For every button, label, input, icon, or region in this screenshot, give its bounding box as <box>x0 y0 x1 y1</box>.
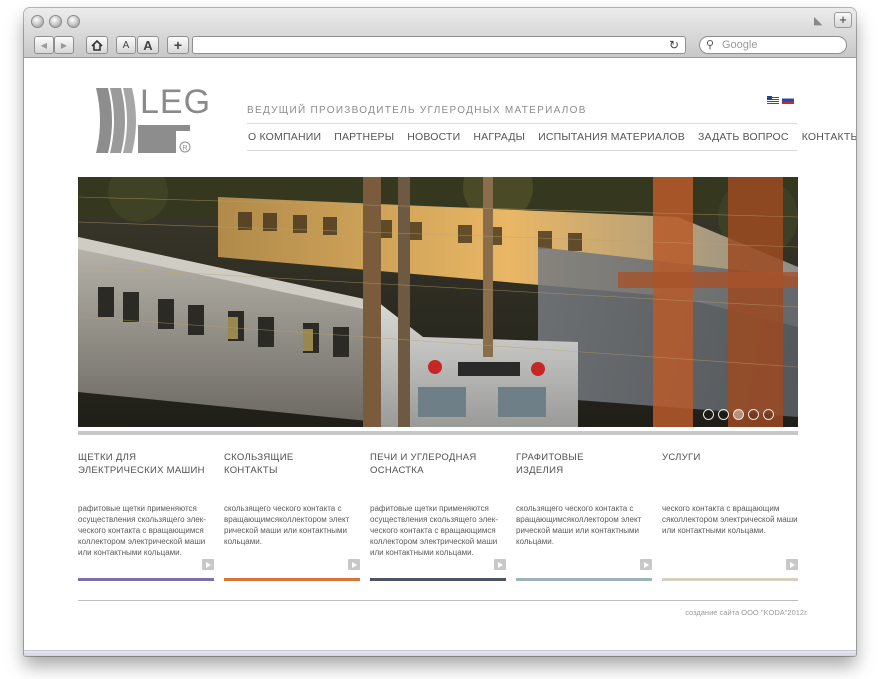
hero-train-image <box>78 177 798 427</box>
column-accent-line <box>662 578 798 581</box>
hero-slider[interactable] <box>78 177 798 427</box>
screenshot-stage: ◣ + ◀ ▶ A A + ↻ ⚲ Google R LEG ВЕДУЩИЙ П… <box>0 0 883 679</box>
column-accent-line <box>78 578 214 581</box>
nav-divider-bottom <box>247 150 797 151</box>
column-description: ческого контакта с вращающим сяколлектор… <box>662 504 798 535</box>
forward-button[interactable]: ▶ <box>54 36 74 54</box>
slider-dot-4[interactable] <box>748 409 759 420</box>
footer-divider <box>78 600 798 601</box>
resize-grip-icon: ◣ <box>814 15 823 27</box>
browser-toolbar: ◣ + ◀ ▶ A A + ↻ ⚲ Google <box>24 8 856 58</box>
nav-item-partners[interactable]: ПАРТНЕРЫ <box>334 131 394 143</box>
back-button[interactable]: ◀ <box>34 36 54 54</box>
new-tab-button[interactable]: + <box>834 12 852 28</box>
column-title[interactable]: ГРАФИТОВЫЕ ИЗДЕЛИЯ <box>516 451 652 491</box>
home-button[interactable] <box>86 36 108 54</box>
column-description: скользящего ческого контакта с вращающим… <box>224 504 350 546</box>
nav-item-contacts[interactable]: КОНТАКТЫ <box>802 131 856 143</box>
column-title-line-1: УСЛУГИ <box>662 452 701 463</box>
web-page: R LEG ВЕДУЩИЙ ПРОИЗВОДИТЕЛЬ УГЛЕРОДНЫХ М… <box>24 59 856 656</box>
text-bigger-button[interactable]: A <box>137 36 159 54</box>
zoom-window-button[interactable] <box>67 15 80 28</box>
minimize-window-button[interactable] <box>49 15 62 28</box>
column-title-line-1: СКОЛЬЗЯЩИЕ <box>224 452 294 463</box>
play-arrow-icon[interactable] <box>786 559 798 570</box>
column-accent-line <box>516 578 652 581</box>
nav-divider-top <box>247 123 797 124</box>
logo-text: LEG <box>140 83 212 121</box>
language-switcher <box>767 96 794 104</box>
column-title[interactable]: УСЛУГИ <box>662 451 798 491</box>
main-navigation: О КОМПАНИИ ПАРТНЕРЫ НОВОСТИ НАГРАДЫ ИСПЫ… <box>248 131 856 143</box>
nav-item-awards[interactable]: НАГРАДЫ <box>473 131 525 143</box>
site-tagline: ВЕДУЩИЙ ПРОИЗВОДИТЕЛЬ УГЛЕРОДНЫХ МАТЕРИА… <box>247 105 587 116</box>
play-arrow-icon[interactable] <box>348 559 360 570</box>
product-column-graphite-products: ГРАФИТОВЫЕ ИЗДЕЛИЯ скользящего ческого ко… <box>516 451 652 581</box>
slider-dot-1[interactable] <box>703 409 714 420</box>
column-description: скользящего ческого контакта с вращающим… <box>516 504 642 546</box>
window-bottom-bar <box>24 650 856 656</box>
column-title[interactable]: ПЕЧИ И УГЛЕРОДНАЯ ОСНАСТКА <box>370 451 506 491</box>
nav-item-ask-question[interactable]: ЗАДАТЬ ВОПРОС <box>698 131 789 143</box>
add-bookmark-button[interactable]: + <box>167 36 189 54</box>
column-title-line-2: КОНТАКТЫ <box>224 465 278 476</box>
product-column-sliding-contacts: СКОЛЬЗЯЩИЕ КОНТАКТЫ скользящего ческого к… <box>224 451 360 581</box>
play-arrow-icon[interactable] <box>202 559 214 570</box>
column-title-line-1: ПЕЧИ И УГЛЕРОДНАЯ <box>370 452 477 463</box>
close-window-button[interactable] <box>31 15 44 28</box>
play-arrow-icon[interactable] <box>640 559 652 570</box>
product-column-furnaces: ПЕЧИ И УГЛЕРОДНАЯ ОСНАСТКА рафитовые щетк… <box>370 451 506 581</box>
slider-dot-3[interactable] <box>733 409 744 420</box>
reload-icon[interactable]: ↻ <box>669 38 679 52</box>
product-column-services: УСЛУГИ ческого контакта с вращающим сяко… <box>662 451 798 581</box>
column-title-line-2: ОСНАСТКА <box>370 465 424 476</box>
search-placeholder: Google <box>722 39 758 51</box>
column-title-line-1: ЩЕТКИ ДЛЯ <box>78 452 137 463</box>
browser-window: ◣ + ◀ ▶ A A + ↻ ⚲ Google R LEG ВЕДУЩИЙ П… <box>24 8 856 656</box>
column-title[interactable]: СКОЛЬЗЯЩИЕ КОНТАКТЫ <box>224 451 360 491</box>
column-title-line-1: ГРАФИТОВЫЕ <box>516 452 584 463</box>
search-field[interactable]: ⚲ Google <box>699 36 847 54</box>
search-icon: ⚲ <box>706 39 715 51</box>
hero-bottom-bar <box>78 431 798 435</box>
play-arrow-icon[interactable] <box>494 559 506 570</box>
text-smaller-button[interactable]: A <box>116 36 136 54</box>
slider-dot-5[interactable] <box>763 409 774 420</box>
svg-text:R: R <box>183 145 188 152</box>
english-flag-icon[interactable] <box>767 96 779 104</box>
site-credits-link[interactable]: создание сайта ООО "KODA"2012г. <box>685 608 808 617</box>
nav-item-material-tests[interactable]: ИСПЫТАНИЯ МАТЕРИАЛОВ <box>538 131 685 143</box>
nav-item-news[interactable]: НОВОСТИ <box>407 131 460 143</box>
slider-pagination <box>703 409 774 420</box>
russian-flag-icon[interactable] <box>782 96 794 104</box>
slider-dot-2[interactable] <box>718 409 729 420</box>
home-icon <box>91 39 103 51</box>
column-title[interactable]: ЩЕТКИ ДЛЯ ЭЛЕКТРИЧЕСКИХ МАШИН <box>78 451 214 491</box>
column-accent-line <box>370 578 506 581</box>
leg-logo[interactable]: R LEG <box>94 83 210 157</box>
column-accent-line <box>224 578 360 581</box>
column-title-line-2: ЭЛЕКТРИЧЕСКИХ МАШИН <box>78 465 205 476</box>
nav-item-about[interactable]: О КОМПАНИИ <box>248 131 321 143</box>
column-description: рафитовые щетки применяются осуществлени… <box>370 504 498 557</box>
column-title-line-2: ИЗДЕЛИЯ <box>516 465 564 476</box>
address-bar[interactable]: ↻ <box>192 36 686 54</box>
product-column-brushes: ЩЕТКИ ДЛЯ ЭЛЕКТРИЧЕСКИХ МАШИН рафитовые щ… <box>78 451 214 581</box>
column-description: рафитовые щетки применяются осуществлени… <box>78 504 206 557</box>
